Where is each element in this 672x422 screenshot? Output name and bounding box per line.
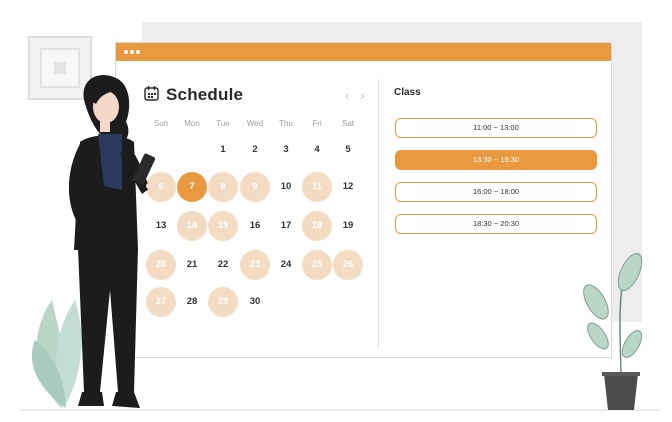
potted-plant-illustration — [583, 252, 643, 410]
